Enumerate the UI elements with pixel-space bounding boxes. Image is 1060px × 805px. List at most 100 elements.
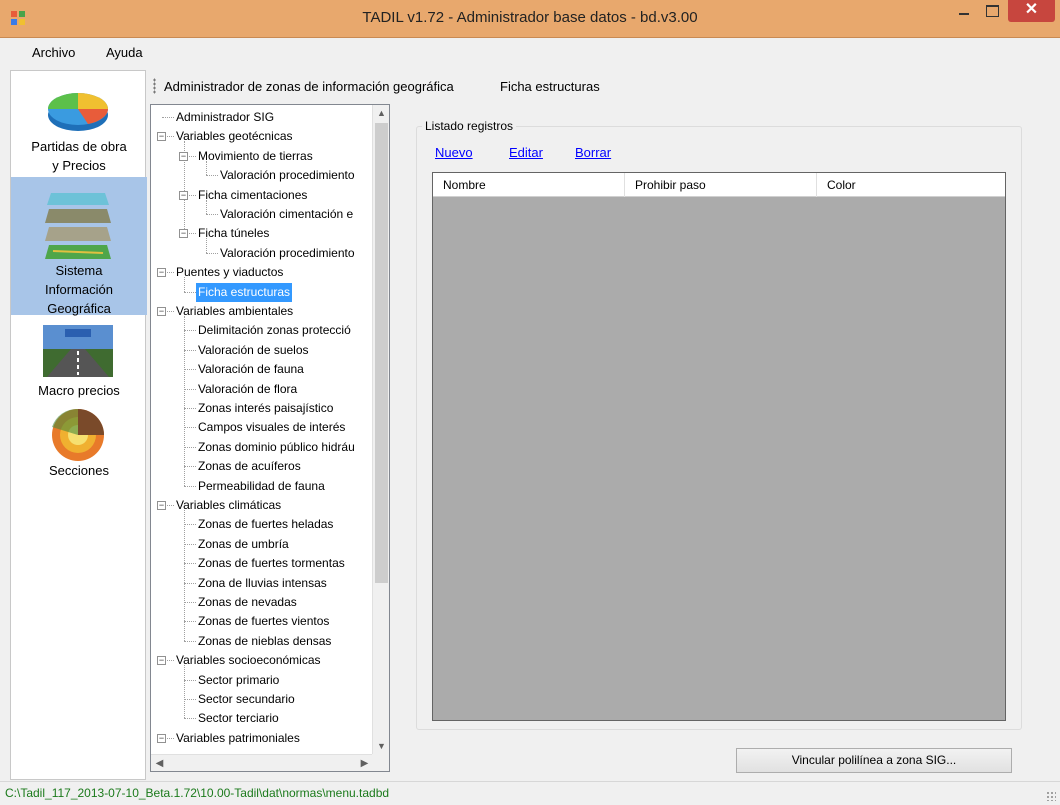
tree-item[interactable]: Zonas de acuíferos xyxy=(196,457,303,476)
scroll-right-icon[interactable]: ▶ xyxy=(356,755,373,771)
tree-guide-line xyxy=(206,214,218,215)
tree-guide-line xyxy=(206,175,218,177)
earth-section-icon xyxy=(52,408,104,461)
tree-item[interactable]: Puentes y viaductos xyxy=(174,263,285,282)
tree-item[interactable]: Movimiento de tierras xyxy=(196,147,315,166)
status-path: C:\Tadil_117_2013-07-10_Beta.1.72\10.00-… xyxy=(5,786,390,800)
tree-item[interactable]: Campos visuales de interés xyxy=(196,418,347,437)
tree-guide-line xyxy=(162,117,174,118)
toolbar-grip-icon xyxy=(153,78,156,94)
tree-guide-line xyxy=(184,291,196,293)
edit-link[interactable]: Editar xyxy=(509,145,543,160)
pie-chart-icon xyxy=(48,93,108,131)
tree-item[interactable]: Variables socioeconómicas xyxy=(174,651,323,670)
tree-item[interactable]: Administrador SIG xyxy=(174,108,276,127)
tree-collapse-icon[interactable]: − xyxy=(157,307,166,316)
title-bar: TADIL v1.72 - Administrador base datos -… xyxy=(0,0,1060,38)
link-polyline-button[interactable]: Vincular polilínea a zona SIG... xyxy=(736,748,1012,773)
column-header-color[interactable]: Color xyxy=(817,173,1005,197)
breadcrumb-admin-zonas[interactable]: Administrador de zonas de información ge… xyxy=(164,79,454,94)
grid-header: Nombre Prohibir paso Color xyxy=(433,173,1005,197)
tree-item[interactable]: Valoración de suelos xyxy=(196,341,311,360)
tree-collapse-icon[interactable]: − xyxy=(157,132,166,142)
tree-item[interactable]: Sector terciario xyxy=(196,709,281,728)
tree-item[interactable]: Zonas dominio público hidráu xyxy=(196,438,357,457)
resize-grip-icon[interactable] xyxy=(1046,791,1056,801)
tree-item[interactable]: Ficha túneles xyxy=(196,224,271,243)
tree-item[interactable]: Zonas interés paisajístico xyxy=(196,399,335,418)
tree-guide-line xyxy=(184,679,196,681)
tree-guide-line xyxy=(184,485,196,487)
delete-link[interactable]: Borrar xyxy=(575,145,611,160)
tree-item[interactable]: Valoración cimentación e xyxy=(218,205,355,224)
maximize-button[interactable] xyxy=(978,0,1006,22)
tree-collapse-icon[interactable]: − xyxy=(179,229,188,239)
tree-item[interactable]: Zonas de fuertes tormentas xyxy=(196,554,347,573)
tree-guide-line xyxy=(184,408,196,409)
tree-collapse-icon[interactable]: − xyxy=(157,656,166,666)
tree-item[interactable]: Valoración procedimiento xyxy=(218,166,357,185)
tree-guide-line xyxy=(184,718,196,720)
road-icon xyxy=(43,325,113,377)
tree-item[interactable]: Valoración procedimiento xyxy=(218,244,357,263)
column-header-nombre[interactable]: Nombre xyxy=(433,173,625,197)
breadcrumb-ficha-estructuras[interactable]: Ficha estructuras xyxy=(500,79,600,94)
tree-guide-line xyxy=(184,330,196,332)
tree-guide-line xyxy=(184,602,196,603)
tree-item[interactable]: Zonas de nieblas densas xyxy=(196,632,333,651)
tree-collapse-icon[interactable]: − xyxy=(179,151,188,161)
tree-horizontal-scrollbar[interactable]: ◀ ▶ xyxy=(151,754,373,771)
nav-label-macro: Macro precios xyxy=(38,383,120,398)
tree-item[interactable]: Ficha cimentaciones xyxy=(196,186,309,205)
tree-item[interactable]: Sector primario xyxy=(196,671,281,690)
minimize-button[interactable] xyxy=(950,0,978,22)
tree-guide-line xyxy=(184,316,185,486)
tree-item[interactable]: Zonas de umbría xyxy=(196,535,291,554)
scroll-up-icon[interactable]: ▲ xyxy=(373,105,389,122)
menu-ayuda[interactable]: Ayuda xyxy=(106,45,143,60)
tree-item[interactable]: Variables climáticas xyxy=(174,496,283,515)
tree-guide-line xyxy=(184,621,196,623)
nav-secciones[interactable]: Secciones xyxy=(11,403,147,483)
nav-sistema-informacion-geografica[interactable]: Sistema Información Geográfica xyxy=(11,177,147,316)
tree-collapse-icon[interactable]: − xyxy=(157,268,166,278)
tree-item[interactable]: Zona de lluvias intensas xyxy=(196,574,329,593)
tree-item[interactable]: Zonas de fuertes vientos xyxy=(196,612,331,631)
tree-guide-line xyxy=(184,543,196,545)
tree-item[interactable]: Variables patrimoniales xyxy=(174,729,302,748)
tree-guide-line xyxy=(184,640,196,642)
tree-item[interactable]: Valoración de fauna xyxy=(196,360,306,379)
close-button[interactable]: ✕ xyxy=(1008,0,1055,22)
tree-collapse-icon[interactable]: − xyxy=(157,733,166,743)
tree-item[interactable]: Variables ambientales xyxy=(174,302,295,321)
scroll-left-icon[interactable]: ◀ xyxy=(151,755,168,771)
column-header-prohibir-paso[interactable]: Prohibir paso xyxy=(625,173,817,197)
nav-partidas-obra[interactable]: Partidas de obra y Precios xyxy=(11,73,147,177)
tree-item[interactable]: Delimitación zonas protecció xyxy=(196,321,353,340)
scroll-corner xyxy=(372,754,389,771)
records-grid[interactable]: Nombre Prohibir paso Color xyxy=(432,172,1006,721)
tree-item[interactable]: Ficha estructuras xyxy=(196,282,293,302)
category-tree[interactable]: Administrador SIG − Variables geotécnicas −… xyxy=(150,104,390,772)
tree-guide-line xyxy=(184,563,196,565)
tree-item[interactable]: Variables geotécnicas xyxy=(174,127,295,146)
group-title: Listado registros xyxy=(422,119,517,133)
scroll-down-icon[interactable]: ▼ xyxy=(373,738,389,755)
nav-macro-precios[interactable]: Macro precios xyxy=(11,321,147,403)
new-link[interactable]: Nuevo xyxy=(435,145,473,160)
tree-collapse-icon[interactable]: − xyxy=(179,190,188,200)
tree-item[interactable]: Zonas de nevadas xyxy=(196,593,299,612)
tree-collapse-icon[interactable]: − xyxy=(157,501,166,510)
tree-guide-line xyxy=(184,446,196,448)
tree-guide-line xyxy=(184,349,196,351)
tree-item[interactable]: Sector secundario xyxy=(196,690,297,709)
tree-vertical-scrollbar[interactable]: ▲ ▼ xyxy=(372,105,389,755)
tree-item[interactable]: Valoración de flora xyxy=(196,380,299,399)
nav-label-partidas: Partidas de obra y Precios xyxy=(31,139,127,173)
scroll-thumb[interactable] xyxy=(375,123,388,583)
menu-bar: Archivo Ayuda xyxy=(0,38,1060,66)
tree-item[interactable]: Permeabilidad de fauna xyxy=(196,477,327,496)
tree-guide-line xyxy=(184,699,196,700)
tree-item[interactable]: Zonas de fuertes heladas xyxy=(196,515,335,534)
menu-archivo[interactable]: Archivo xyxy=(32,45,75,60)
